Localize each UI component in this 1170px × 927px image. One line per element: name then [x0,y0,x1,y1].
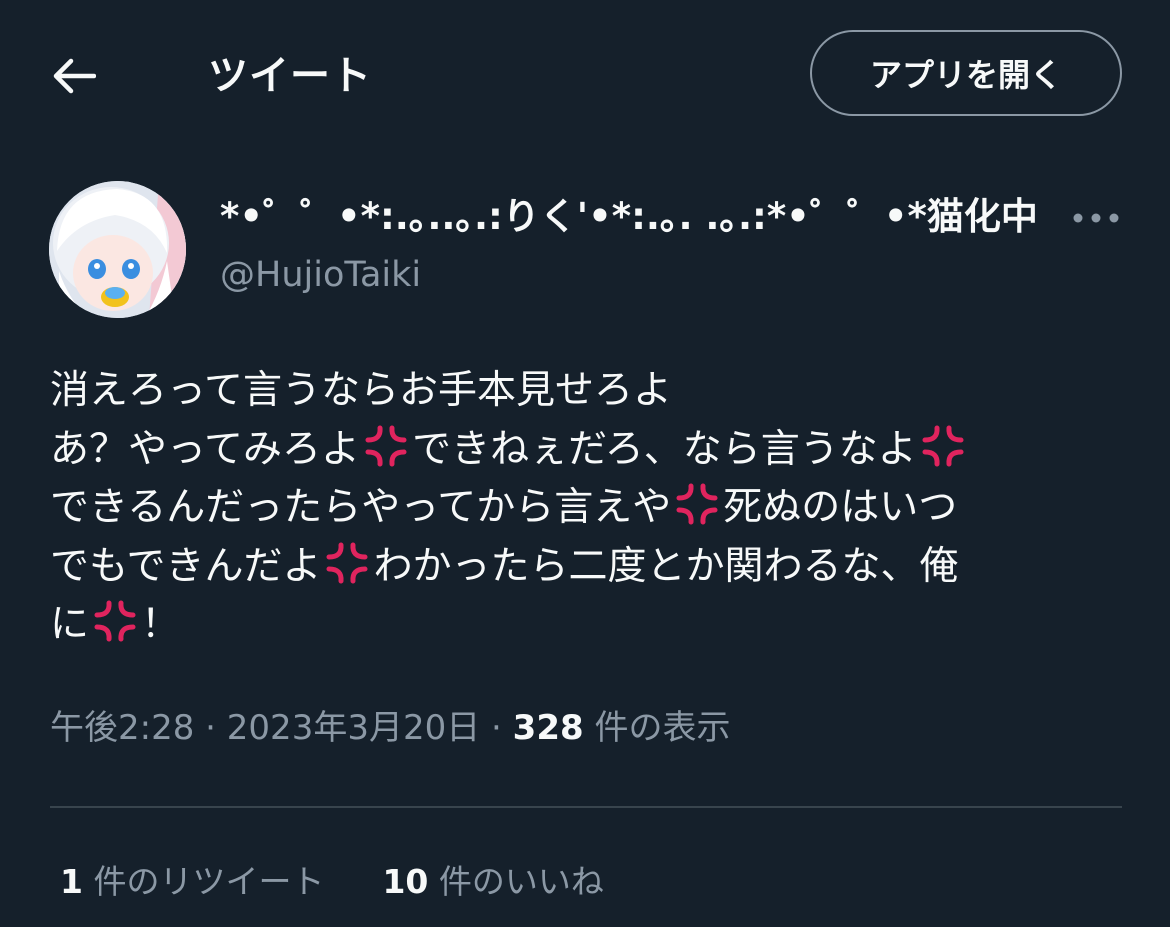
tweet-text-segment: でもできんだよ [50,543,322,589]
views-count: 328 [512,708,584,748]
avatar[interactable] [49,181,186,318]
more-horizontal-icon [1073,213,1119,223]
tweet-metadata: 午後2:28 · 2023年3月20日 · 328 件の表示 [50,700,730,756]
tweet-text-segment: できねぇだろ、なら言うなよ [412,426,917,472]
tweet-text-segment: 消えろって言うならお手本見せろよ [50,368,673,413]
likes-count: 10 [382,862,429,901]
tweet-text-segment: あ？やってみろよ [50,426,361,472]
tweet-text-segment: わかったら二度とか関わるな、俺 [373,543,959,589]
tweet-text-segment: 死ぬのはいつ [723,485,958,530]
divider [50,806,1122,808]
tweet-text-segment: できるんだったらやってから言えや [50,485,672,530]
retweets-stat[interactable]: 1 件のリツイート [60,857,324,907]
back-button[interactable] [44,48,104,104]
engagement-stats: 1 件のリツイート 10 件のいいね [60,857,604,907]
user-handle[interactable]: @HujioTaiki [220,250,421,300]
tweet-time[interactable]: 午後2:28 [50,708,194,748]
anger-symbol-icon [676,483,718,525]
likes-label: 件のいいね [438,862,604,901]
meta-separator: · [491,708,502,748]
page-title: ツイート [208,53,372,99]
likes-stat[interactable]: 10 件のいいね [382,857,603,907]
tweet-date[interactable]: 2023年3月20日 [227,708,480,748]
display-name[interactable]: *•゜゜•*:.｡..｡.:りく'•*:.｡. .｡.:*•゜゜•*猫化中 [220,192,1038,242]
tweet-text: 消えろって言うならお手本見せろよ あ？やってみろよ できねぇだろ、なら言うなよ で… [50,362,1140,655]
retweets-label: 件のリツイート [93,862,325,901]
views-label: 件の表示 [594,708,731,748]
top-bar: ツイート アプリを開く [0,0,1170,150]
more-button[interactable] [1066,196,1126,240]
anger-symbol-icon [94,600,136,642]
arrow-left-icon [53,58,96,94]
meta-separator: · [205,708,216,748]
retweets-count: 1 [60,862,83,901]
anger-symbol-icon [326,542,368,583]
anger-symbol-icon [365,425,407,466]
anger-symbol-icon [922,425,964,466]
tweet-text-segment: に [50,602,90,647]
avatar-image [49,181,186,318]
tweet-text-segment: ！ [141,602,181,647]
open-app-button[interactable]: アプリを開く [810,30,1122,116]
